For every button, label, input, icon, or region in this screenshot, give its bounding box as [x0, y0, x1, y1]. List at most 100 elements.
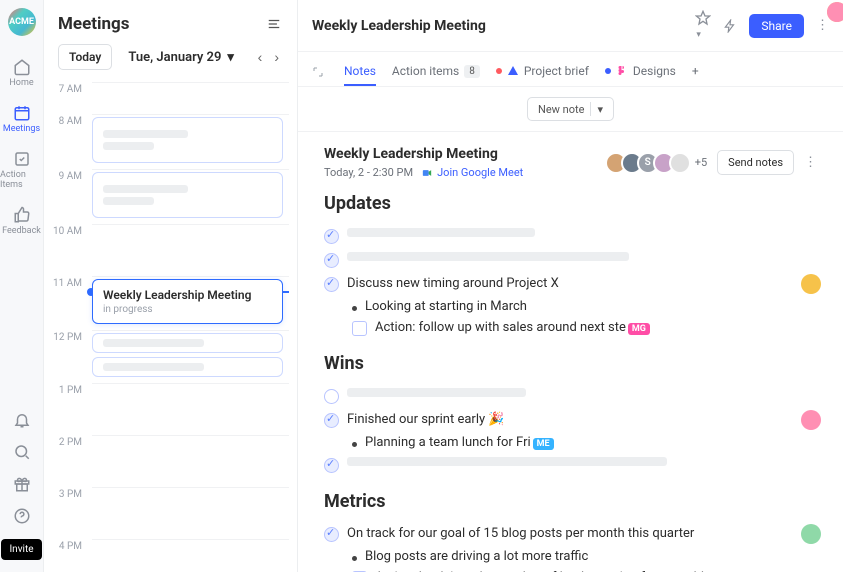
time-label: 4 PM	[44, 539, 92, 572]
sidebar-item-action-items[interactable]: Action Items	[0, 142, 43, 198]
blue-dot-icon	[605, 68, 611, 74]
time-label: 3 PM	[44, 487, 92, 539]
list-item[interactable]	[324, 248, 817, 272]
list-item[interactable]: Planning a team lunch for FriME	[324, 432, 817, 453]
join-meet-link[interactable]: Join Google Meet	[421, 166, 523, 179]
bullet-icon	[352, 442, 357, 447]
author-avatar	[801, 524, 821, 544]
sidebar-item-label: Home	[9, 78, 33, 88]
bullet-icon	[352, 556, 357, 561]
note-more-menu[interactable]: ⋮	[804, 155, 817, 170]
sidebar-item-home[interactable]: Home	[0, 50, 43, 96]
time-label: 12 PM	[44, 330, 92, 383]
list-item[interactable]: Discuss new timing around Project X	[324, 272, 817, 296]
calendar-panel: Meetings Today Tue, January 29 ▾ ‹ › 7 A…	[44, 0, 298, 572]
calendar-title: Meetings	[58, 14, 129, 34]
time-label: 11 AM	[44, 276, 92, 330]
automation-icon[interactable]	[723, 19, 737, 33]
tab-project-brief[interactable]: Project brief	[496, 58, 589, 86]
sidebar-item-feedback[interactable]: Feedback	[0, 198, 43, 244]
tab-action-items[interactable]: Action items8	[392, 58, 480, 86]
list-item[interactable]: Action: follow up with sales around next…	[324, 317, 817, 339]
more-menu-icon[interactable]: ⋮	[816, 18, 829, 33]
open-circle-icon[interactable]	[324, 389, 339, 404]
checkbox-icon	[13, 150, 31, 168]
author-avatar	[801, 410, 821, 430]
check-circle-icon[interactable]	[324, 458, 339, 473]
current-date: Tue, January 29	[128, 50, 221, 65]
sidebar-item-label: Action Items	[0, 170, 43, 190]
calendar-event[interactable]	[92, 333, 283, 353]
sidebar-item-label: Feedback	[2, 226, 41, 236]
favorite-button[interactable]: ▾	[695, 10, 711, 41]
bullet-icon	[352, 306, 357, 311]
check-circle-icon[interactable]	[324, 253, 339, 268]
check-circle-icon[interactable]	[324, 413, 339, 428]
time-label: 9 AM	[44, 169, 92, 224]
section-heading-metrics: Metrics	[324, 491, 817, 512]
workspace-logo[interactable]: ACME	[8, 8, 36, 36]
list-item[interactable]: On track for our goal of 15 blog posts p…	[324, 522, 817, 546]
list-item[interactable]	[324, 384, 817, 408]
sidebar-item-label: Meetings	[3, 124, 40, 134]
participants-avatars[interactable]: S +5	[605, 152, 707, 174]
bell-icon[interactable]	[13, 411, 31, 429]
add-tab-button[interactable]: +	[692, 58, 699, 86]
list-item[interactable]	[324, 224, 817, 248]
collapse-panel-icon[interactable]	[265, 17, 283, 31]
check-circle-icon[interactable]	[324, 277, 339, 292]
calendar-icon	[13, 104, 31, 122]
document-panel: Weekly Leadership Meeting ▾ Share ⋮ Note…	[298, 0, 843, 572]
calendar-event[interactable]	[92, 357, 283, 377]
search-icon[interactable]	[13, 443, 31, 461]
note-document[interactable]: Weekly Leadership Meeting Today, 2 - 2:3…	[298, 132, 843, 572]
list-item[interactable]: Finished our sprint early 🎉	[324, 408, 817, 432]
invite-button[interactable]: Invite	[1, 539, 41, 560]
mention-chip[interactable]: ME	[533, 438, 554, 450]
time-label: 7 AM	[44, 82, 92, 114]
home-icon	[13, 58, 31, 76]
note-title: Weekly Leadership Meeting	[324, 146, 523, 162]
calendar-event[interactable]	[92, 117, 283, 163]
action-items-count: 8	[464, 65, 480, 78]
section-heading-wins: Wins	[324, 353, 817, 374]
expand-icon[interactable]	[312, 66, 324, 78]
note-time-range: Today, 2 - 2:30 PM	[324, 166, 413, 179]
help-icon[interactable]	[13, 507, 31, 525]
mention-chip[interactable]: MG	[628, 323, 650, 335]
event-title: Weekly Leadership Meeting	[103, 288, 272, 302]
calendar-event[interactable]	[92, 172, 283, 218]
gift-icon[interactable]	[13, 475, 31, 493]
time-label: 8 AM	[44, 114, 92, 169]
tab-designs[interactable]: Designs	[605, 58, 676, 86]
day-timeline[interactable]: 7 AM 8 AM 9 AM 10 AM 11 AM Weekly Leader…	[44, 82, 297, 572]
list-item[interactable]: Action: Look into the number of leads co…	[324, 567, 817, 572]
list-item[interactable]: Blog posts are driving a lot more traffi…	[324, 546, 817, 567]
chevron-down-icon: ▾	[597, 103, 603, 116]
list-item[interactable]	[324, 453, 817, 477]
author-avatar	[801, 274, 821, 294]
list-item[interactable]: Looking at starting in March	[324, 296, 817, 317]
new-note-button[interactable]: New note ▾	[527, 97, 614, 121]
share-button[interactable]: Share	[749, 14, 804, 38]
tab-notes[interactable]: Notes	[344, 58, 376, 86]
tabs-bar: Notes Action items8 Project brief Design…	[298, 52, 843, 87]
send-notes-button[interactable]: Send notes	[717, 150, 794, 175]
sidebar-nav: ACME Home Meetings Action Items Feedback…	[0, 0, 44, 572]
today-button[interactable]: Today	[58, 44, 112, 70]
check-circle-icon[interactable]	[324, 527, 339, 542]
red-dot-icon	[496, 68, 502, 74]
calendar-event-active[interactable]: Weekly Leadership Meeting in progress	[92, 279, 283, 324]
chevron-down-icon: ▾	[227, 50, 234, 65]
page-title: Weekly Leadership Meeting	[312, 18, 486, 34]
thumbsup-icon	[13, 206, 31, 224]
sidebar-item-meetings[interactable]: Meetings	[0, 96, 43, 142]
date-picker[interactable]: Tue, January 29 ▾	[120, 45, 242, 70]
section-heading-updates: Updates	[324, 193, 817, 214]
action-checkbox[interactable]	[352, 321, 367, 336]
event-status: in progress	[103, 304, 272, 315]
prev-day-button[interactable]: ‹	[254, 45, 267, 69]
time-label: 2 PM	[44, 435, 92, 487]
check-circle-icon[interactable]	[324, 229, 339, 244]
next-day-button[interactable]: ›	[270, 45, 283, 69]
